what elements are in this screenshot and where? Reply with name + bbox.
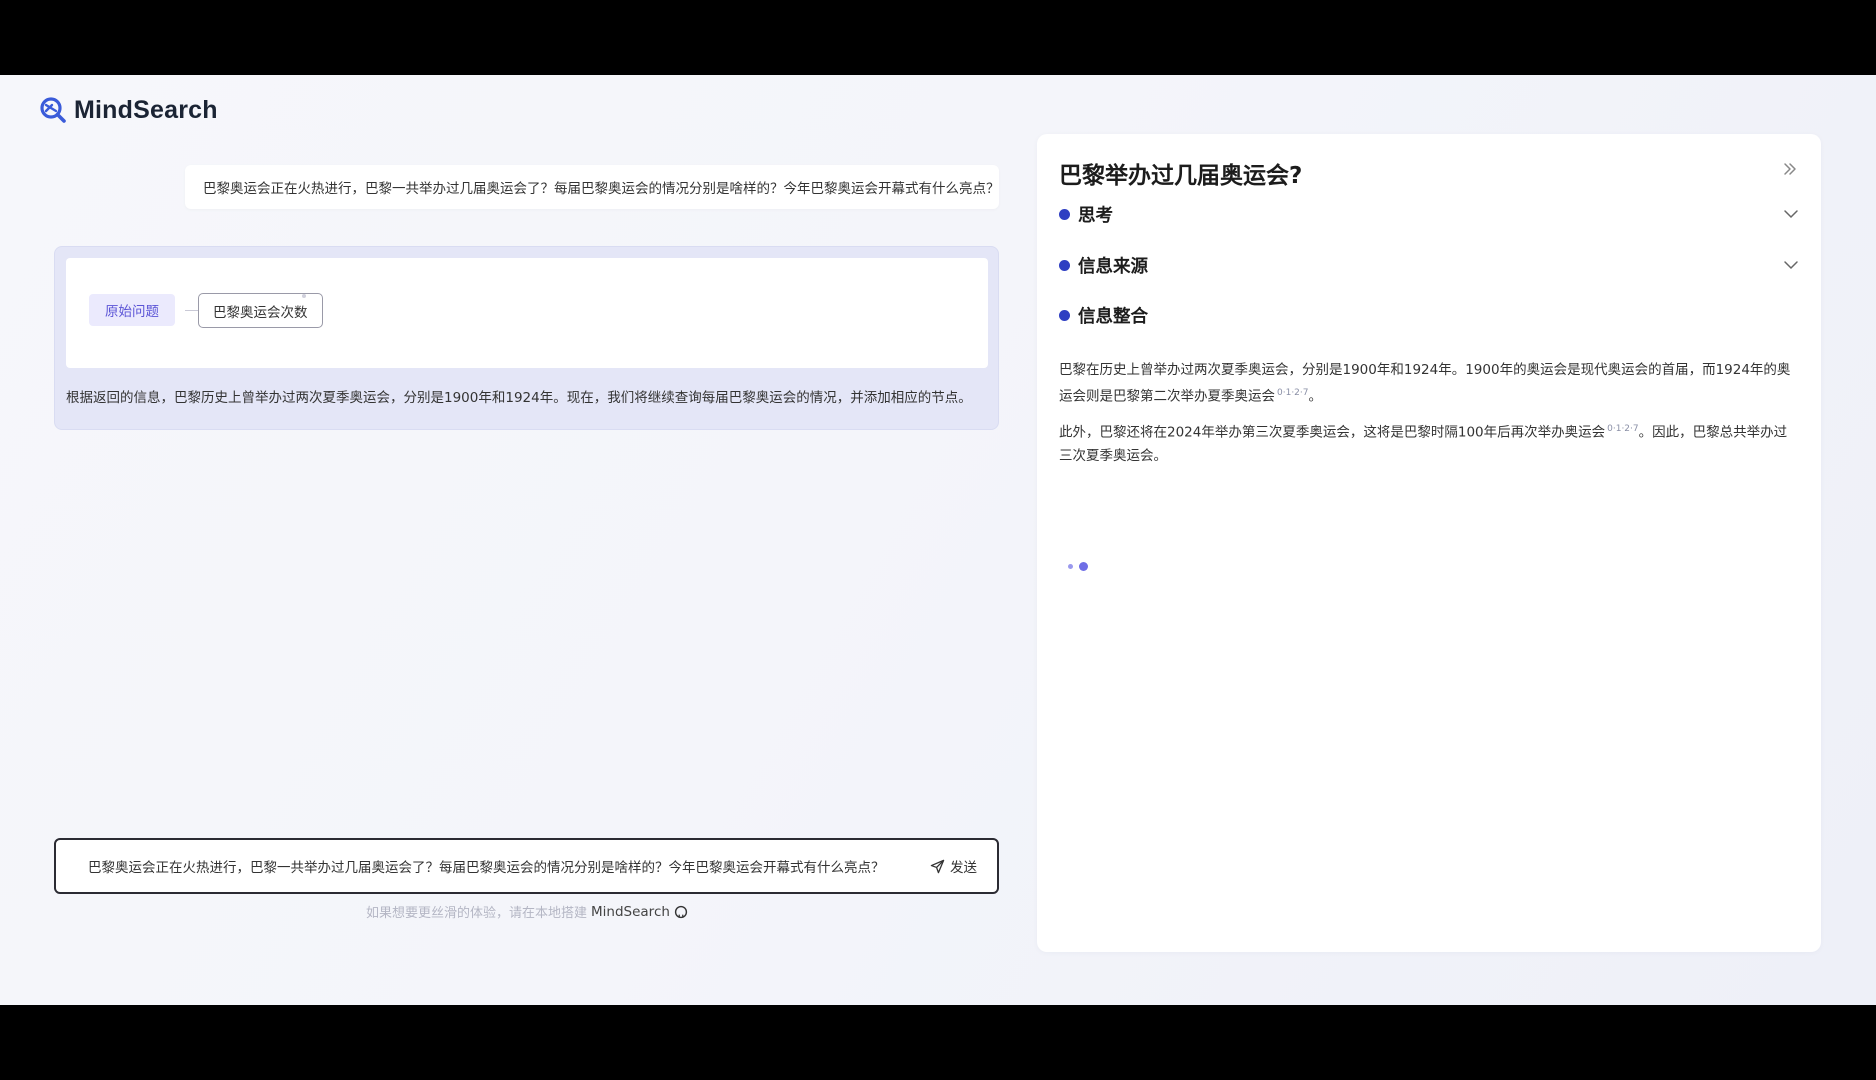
section-bullet [1059,259,1070,271]
graph-root-node[interactable]: 原始问题 [89,294,175,326]
citation-refs[interactable]: 0·1·2·7 [1607,424,1639,434]
chevron-down-icon[interactable] [1783,257,1799,273]
section-integration: 信息整合 [1059,302,1799,328]
footer-hint-text: 如果想要更丝滑的体验，请在本地搭建 [366,906,588,921]
app-frame: MindSearch 巴黎奥运会正在火热进行，巴黎一共举办过几届奥运会了？每届巴… [0,75,1876,1005]
assistant-answer-card: 原始问题 巴黎奥运会次数 根据返回的信息，巴黎历史上曾举办过两次夏季奥运会，分别… [54,246,999,430]
app-name: MindSearch [74,95,218,124]
typing-dot [1079,562,1088,571]
answer-detail-panel: 巴黎举办过几届奥运会? 思考 信息来源 信息整合 巴黎在历史上曾举办过两次夏季奥… [1037,134,1821,952]
chevron-down-icon[interactable] [1783,206,1799,222]
mindsearch-logo-icon [40,97,66,123]
graph-child-node[interactable]: 巴黎奥运会次数 [198,293,323,328]
graph-node-indicator [302,294,306,298]
section-thinking[interactable]: 思考 [1059,201,1799,227]
question-input-box[interactable]: 巴黎奥运会正在火热进行，巴黎一共举办过几届奥运会了？每届巴黎奥运会的情况分别是啥… [54,838,999,894]
double-chevron-right-icon[interactable] [1781,160,1799,178]
send-button[interactable]: 发送 [930,853,977,879]
section-bullet [1059,309,1070,321]
footer-hint: 如果想要更丝滑的体验，请在本地搭建 MindSearch [366,902,688,921]
section-integration-label: 信息整合 [1078,306,1148,327]
typing-indicator [1068,562,1088,571]
answer-paragraph-1: 巴黎在历史上曾举办过两次夏季奥运会，分别是1900年和1924年。1900年的奥… [1059,359,1799,409]
app-logo[interactable]: MindSearch [38,95,218,125]
question-input[interactable]: 巴黎奥运会正在火热进行，巴黎一共举办过几届奥运会了？每届巴黎奥运会的情况分别是啥… [88,840,885,892]
send-label: 发送 [950,860,977,876]
answer-paragraph-2: 此外，巴黎还将在2024年举办第三次夏季奥运会，这将是巴黎时隔100年后再次举办… [1059,418,1799,468]
paragraph-text: 巴黎在历史上曾举办过两次夏季奥运会，分别是1900年和1924年。1900年的奥… [1059,362,1791,405]
paragraph-end: 。 [1308,388,1323,405]
mind-graph: 原始问题 巴黎奥运会次数 [66,258,988,368]
citation-refs[interactable]: 0·1·2·7 [1277,388,1309,398]
send-icon [930,859,945,873]
section-bullet [1059,208,1070,220]
section-sources[interactable]: 信息来源 [1059,252,1799,278]
user-question-text: 巴黎奥运会正在火热进行，巴黎一共举办过几届奥运会了？每届巴黎奥运会的情况分别是啥… [203,181,1000,197]
section-thinking-label: 思考 [1078,205,1113,226]
assistant-answer-text: 根据返回的信息，巴黎历史上曾举办过两次夏季奥运会，分别是1900年和1924年。… [66,390,972,406]
github-icon[interactable] [674,905,688,919]
footer-mindsearch-link[interactable]: MindSearch [591,904,670,920]
section-sources-label: 信息来源 [1078,256,1148,277]
user-question-bubble: 巴黎奥运会正在火热进行，巴黎一共举办过几届奥运会了？每届巴黎奥运会的情况分别是啥… [185,165,1000,209]
paragraph-text: 此外，巴黎还将在2024年举办第三次夏季奥运会，这将是巴黎时隔100年后再次举办… [1059,424,1606,441]
panel-title: 巴黎举办过几届奥运会? [1059,163,1303,189]
typing-dot [1068,564,1073,569]
